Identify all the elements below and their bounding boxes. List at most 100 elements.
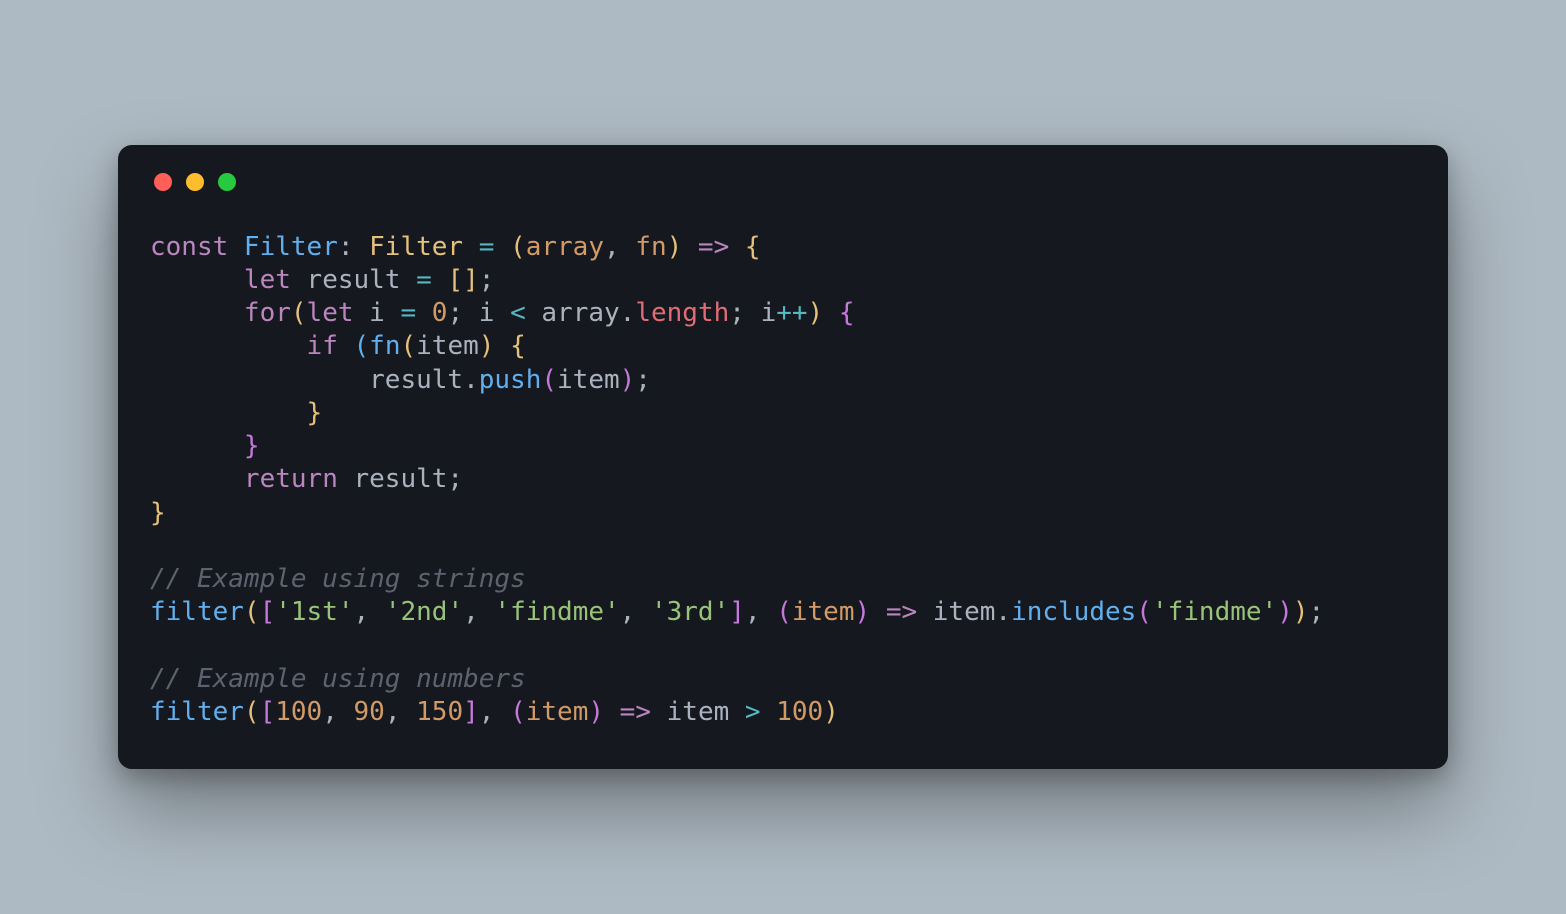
code-token: Filter (369, 232, 463, 262)
code-token: ( (776, 597, 792, 627)
code-token: ) (823, 697, 839, 727)
stage: const Filter: Filter = (array, fn) => { … (0, 0, 1566, 914)
code-token: ( (400, 331, 416, 361)
code-token: 'findme' (494, 597, 619, 627)
code-token: result (354, 464, 448, 494)
code-token: > (745, 697, 761, 727)
code-token: , (322, 697, 353, 727)
code-token: ) (479, 331, 495, 361)
code-token: filter (150, 697, 244, 727)
code-token: . (463, 365, 479, 395)
code-token: ] (729, 597, 745, 627)
code-token: = (400, 298, 416, 328)
code-token: 90 (354, 697, 385, 727)
code-token: fn (635, 232, 666, 262)
code-token: . (620, 298, 636, 328)
code-window: const Filter: Filter = (array, fn) => { … (118, 145, 1448, 770)
code-token: ( (510, 232, 526, 262)
code-token: } (244, 431, 260, 461)
close-icon[interactable] (154, 173, 172, 191)
code-token: '1st' (275, 597, 353, 627)
code-token (150, 398, 307, 428)
code-token: array (526, 232, 604, 262)
code-token: , (604, 232, 635, 262)
code-token: } (307, 398, 323, 428)
code-token: ( (510, 697, 526, 727)
code-token (385, 298, 401, 328)
code-token: let (244, 265, 307, 295)
code-token (651, 697, 667, 727)
code-token (150, 365, 369, 395)
code-token: , (463, 597, 494, 627)
code-token (494, 331, 510, 361)
code-token: 'findme' (1152, 597, 1277, 627)
code-token: filter (150, 597, 244, 627)
code-token: includes (1011, 597, 1136, 627)
code-block: const Filter: Filter = (array, fn) => { … (150, 231, 1416, 730)
code-token: => (886, 597, 917, 627)
code-token: { (510, 331, 526, 361)
code-token: ) (808, 298, 824, 328)
code-token: ] (463, 697, 479, 727)
code-token: if (307, 331, 354, 361)
window-traffic-lights (154, 173, 1416, 191)
minimize-icon[interactable] (186, 173, 204, 191)
code-token: ; (1309, 597, 1325, 627)
code-token: '3rd' (651, 597, 729, 627)
code-token: ) (588, 697, 604, 727)
code-token: i (479, 298, 495, 328)
zoom-icon[interactable] (218, 173, 236, 191)
code-token (416, 298, 432, 328)
code-token: { (745, 232, 761, 262)
code-token: 100 (275, 697, 322, 727)
code-token (729, 232, 745, 262)
code-token (150, 298, 244, 328)
code-token: 100 (776, 697, 823, 727)
code-token: < (510, 298, 526, 328)
code-token: let (307, 298, 370, 328)
code-token: , (385, 697, 416, 727)
code-token: ; (635, 365, 651, 395)
code-token: 150 (416, 697, 463, 727)
code-token (400, 265, 416, 295)
code-token: ( (244, 597, 260, 627)
code-token (150, 464, 244, 494)
code-token: // Example using strings (150, 564, 526, 594)
code-token: , (354, 597, 385, 627)
code-token (604, 697, 620, 727)
code-token: i (761, 298, 777, 328)
code-token (917, 597, 933, 627)
code-token (150, 265, 244, 295)
code-token (494, 232, 510, 262)
code-token: item (933, 597, 996, 627)
code-token: '2nd' (385, 597, 463, 627)
code-token: [ (260, 597, 276, 627)
code-token (526, 298, 542, 328)
code-token (682, 232, 698, 262)
code-token: length (635, 298, 729, 328)
code-token: [] (447, 265, 478, 295)
code-token: ) (620, 365, 636, 395)
code-token: return (244, 464, 354, 494)
code-token: , (479, 697, 510, 727)
code-token: : (338, 232, 369, 262)
code-token (150, 431, 244, 461)
code-token: ) (1293, 597, 1309, 627)
code-token: . (995, 597, 1011, 627)
code-token: ; (447, 298, 478, 328)
code-token (150, 331, 307, 361)
code-token: for (244, 298, 291, 328)
code-token (463, 232, 479, 262)
code-token: // Example using numbers (150, 664, 526, 694)
code-token: , (620, 597, 651, 627)
code-token (870, 597, 886, 627)
code-token (432, 265, 448, 295)
code-token: item (667, 697, 730, 727)
code-token: ) (1277, 597, 1293, 627)
code-token: push (479, 365, 542, 395)
code-token: fn (369, 331, 400, 361)
code-token: result (369, 365, 463, 395)
code-token: ; (729, 298, 760, 328)
code-token: } (150, 498, 166, 528)
code-token: = (479, 232, 495, 262)
